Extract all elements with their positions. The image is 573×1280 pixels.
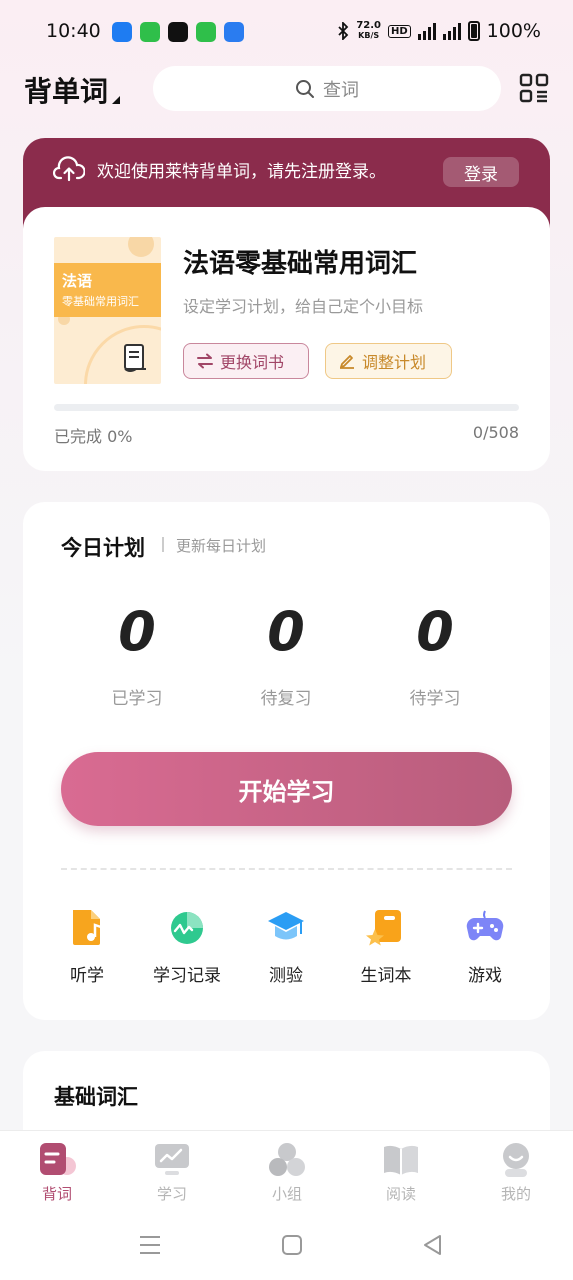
tool-games[interactable]: 游戏 (437, 907, 533, 986)
tool-label: 学习记录 (153, 966, 221, 986)
change-book-label: 更换词书 (220, 353, 285, 372)
stat-learned: 0 已学习 (77, 600, 197, 709)
app-notification-icon (112, 22, 132, 42)
notification-icons (112, 22, 244, 42)
battery-icon (467, 21, 480, 41)
book-title: 法语零基础常用词汇 (183, 249, 418, 279)
cover-title: 法语 (62, 272, 93, 290)
section-title: 基础词汇 (54, 1085, 138, 1109)
tool-label: 听学 (70, 966, 104, 986)
search-icon (296, 79, 314, 98)
today-plan-card: 今日计划 更新每日计划 0 已学习 0 待复习 0 待学习 开始学习 听学 学习… (23, 502, 550, 1020)
tab-profile[interactable]: 我的 (476, 1141, 556, 1204)
status-bar: 10:40 72.0 KB/S HD 100% (0, 0, 573, 64)
tool-label: 测验 (269, 966, 303, 986)
tool-label: 生词本 (360, 966, 412, 986)
tab-memorize[interactable]: 背词 (17, 1141, 97, 1204)
stat-label: 待学习 (409, 689, 461, 709)
bluetooth-icon (338, 22, 349, 40)
tab-study[interactable]: 学习 (132, 1141, 212, 1204)
scroll-icon (124, 344, 146, 372)
adjust-plan-label: 调整计划 (362, 353, 427, 372)
network-speed: 72.0 KB/S (356, 21, 381, 41)
update-plan-link[interactable]: 更新每日计划 (176, 535, 266, 556)
start-learning-button[interactable]: 开始学习 (61, 752, 512, 826)
bottom-tab-bar: 背词 学习 小组 阅读 我的 (0, 1130, 573, 1212)
network-speed-unit: KB/S (358, 31, 380, 40)
tool-quiz[interactable]: 测验 (238, 907, 334, 986)
app-notification-icon (140, 22, 160, 42)
caret-icon (112, 96, 121, 104)
tab-label: 阅读 (385, 1185, 416, 1203)
stat-label: 待复习 (260, 689, 312, 709)
mode-selector-label: 背单词 (24, 75, 109, 108)
stat-to-learn: 0 待学习 (375, 600, 495, 709)
tab-label: 背词 (41, 1185, 72, 1203)
star-notebook-icon (366, 910, 401, 946)
audio-file-icon (73, 910, 102, 945)
cover-decoration (128, 237, 154, 257)
search-input[interactable]: 查词 (153, 66, 501, 111)
book-progress-bar (54, 404, 519, 411)
tab-label: 学习 (156, 1185, 187, 1203)
gamepad-icon (466, 910, 504, 941)
tool-study-record[interactable]: 学习记录 (139, 907, 235, 986)
tool-label: 游戏 (468, 966, 502, 986)
book-icon (384, 1145, 418, 1175)
message-notification-icon (196, 22, 216, 42)
adjust-plan-button[interactable]: 调整计划 (325, 343, 452, 379)
tool-vocab-notebook[interactable]: 生词本 (338, 907, 434, 986)
stat-value: 0 (416, 600, 454, 663)
group-icon (269, 1143, 305, 1176)
signal-5g-icon (417, 22, 436, 40)
tab-reading[interactable]: 阅读 (361, 1141, 441, 1204)
swap-icon (197, 353, 213, 369)
status-time: 10:40 (46, 20, 101, 42)
tool-listen[interactable]: 听学 (39, 907, 135, 986)
progress-count: 0/508 (472, 423, 519, 442)
stat-value: 0 (118, 600, 156, 663)
book-cover: 法语 零基础常用词汇 (54, 237, 161, 384)
back-icon[interactable] (420, 1232, 446, 1258)
edit-icon (340, 355, 354, 369)
profile-icon (503, 1143, 529, 1177)
alipay-notification-icon (224, 22, 244, 42)
tiktok-notification-icon (168, 22, 188, 42)
flashcard-icon (40, 1143, 76, 1175)
mode-selector[interactable]: 背单词 (24, 70, 121, 110)
system-indicators: 72.0 KB/S HD 100% (337, 20, 541, 42)
stat-label: 已学习 (111, 689, 163, 709)
hd-icon: HD (388, 24, 411, 38)
stat-value: 0 (267, 600, 305, 663)
banner-message: 欢迎使用莱特背单词，请先注册登录。 (97, 161, 386, 182)
network-speed-value: 72.0 (356, 20, 381, 31)
banner-message-row: 欢迎使用莱特背单词，请先注册登录。 (53, 156, 386, 182)
progress-label: 已完成 0% (54, 427, 133, 446)
monitor-icon (155, 1144, 189, 1175)
tab-label: 小组 (271, 1185, 302, 1203)
battery-percent: 100% (486, 20, 541, 42)
stat-to-review: 0 待复习 (226, 600, 346, 709)
current-book-card[interactable]: 法语 零基础常用词汇 法语零基础常用词汇 设定学习计划，给自己定个小目标 更换词… (23, 207, 550, 471)
cloud-upload-icon (53, 156, 85, 182)
home-icon[interactable] (279, 1232, 305, 1258)
plan-title: 今日计划 (61, 536, 145, 560)
system-navigation-bar (0, 1212, 573, 1280)
book-subtitle: 设定学习计划，给自己定个小目标 (183, 297, 424, 316)
dashed-divider (61, 868, 512, 870)
chart-record-icon (171, 912, 203, 944)
tab-label: 我的 (500, 1185, 531, 1203)
title-divider (162, 537, 164, 552)
search-placeholder: 查词 (323, 79, 359, 101)
menu-icon[interactable] (137, 1232, 163, 1258)
change-book-button[interactable]: 更换词书 (183, 343, 309, 379)
app-header: 背单词 查词 (0, 64, 573, 116)
tab-group[interactable]: 小组 (247, 1141, 327, 1204)
signal-5g-icon (442, 22, 461, 40)
login-button[interactable]: 登录 (443, 157, 519, 187)
scan-menu-icon[interactable] (518, 72, 550, 104)
graduation-cap-icon (268, 912, 304, 940)
cover-subtitle: 零基础常用词汇 (62, 295, 139, 308)
